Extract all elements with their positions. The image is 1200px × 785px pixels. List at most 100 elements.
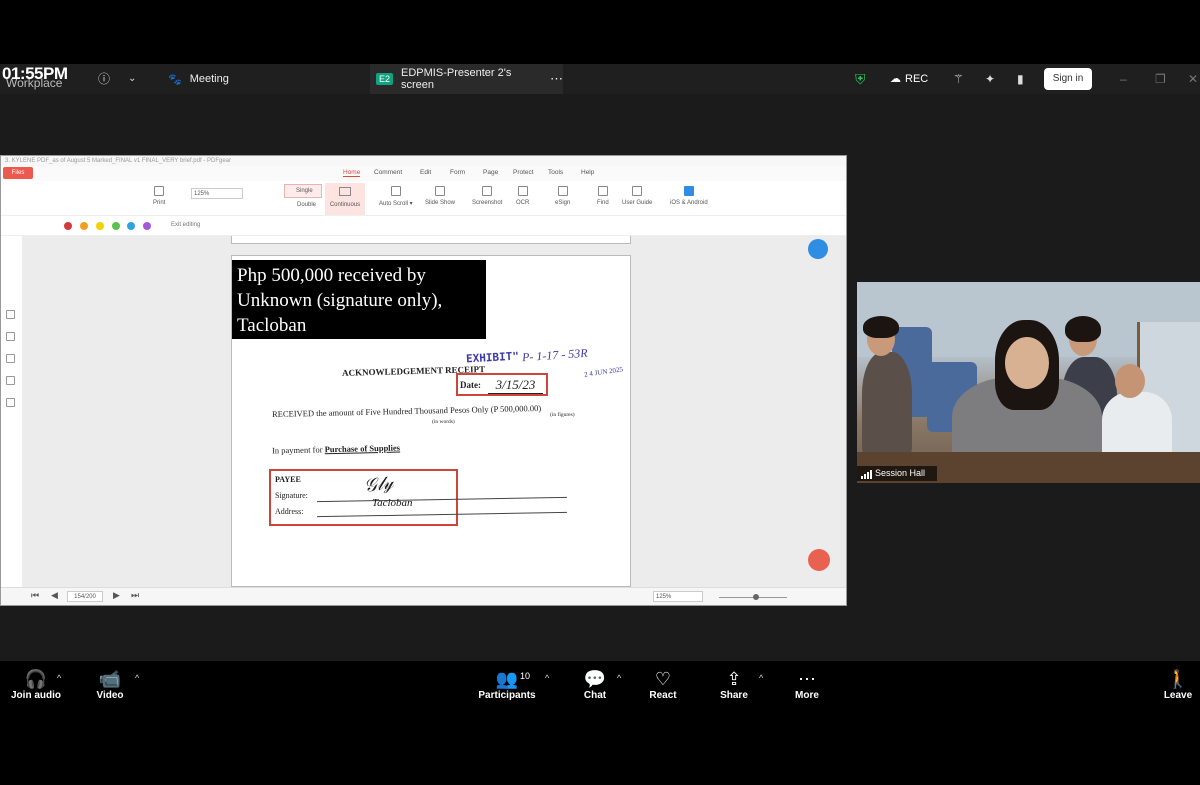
continuous-icon (339, 187, 351, 196)
next-page-icon[interactable]: ▶ (113, 590, 120, 601)
menu-protect[interactable]: Protect (513, 169, 534, 176)
print-button[interactable]: Print (153, 186, 165, 206)
previous-page-edge (231, 236, 631, 244)
last-page-icon[interactable]: ⏭ (131, 590, 139, 601)
chat-options-caret-icon[interactable]: ^ (617, 673, 621, 683)
printer-icon (154, 186, 165, 196)
files-button[interactable]: Files (3, 167, 33, 179)
share-icon: ⇪ (726, 669, 742, 689)
status-zoom-field[interactable]: 125% (653, 591, 703, 602)
find-button[interactable]: Find (597, 186, 609, 206)
chat-icon: 💬 (583, 669, 607, 689)
menu-comment[interactable]: Comment (374, 169, 402, 176)
continuous-button[interactable]: Continuous (325, 183, 365, 215)
address-label: Address: (275, 507, 304, 516)
exit-editing-button[interactable]: Exit editing (171, 222, 200, 228)
color-swatch-green[interactable] (112, 222, 120, 230)
leave-button[interactable]: 🚶 Leave (1162, 668, 1194, 701)
react-button[interactable]: ♡ React (647, 668, 679, 701)
color-swatch-purple[interactable] (143, 222, 151, 230)
pdf-menubar: Files Home Comment Edit Form Page Protec… (1, 166, 846, 181)
page-number-field[interactable]: 154/200 (67, 591, 103, 602)
comment-icon[interactable] (6, 354, 15, 363)
participant-video-tile[interactable]: Session Hall (857, 282, 1200, 483)
color-swatch-red[interactable] (64, 222, 72, 230)
app-store-icon (683, 186, 694, 196)
sparkle-icon[interactable]: ✦ (985, 64, 995, 94)
leave-icon: 🚶 (1166, 669, 1190, 689)
slide-show-button[interactable]: Slide Show (425, 186, 455, 206)
pdf-left-rail (1, 236, 23, 587)
attachment-icon[interactable] (6, 398, 15, 407)
more-button[interactable]: ⋯ More (792, 668, 822, 701)
menu-home[interactable]: Home (343, 169, 361, 177)
video-options-caret-icon[interactable]: ^ (135, 673, 139, 683)
restore-icon[interactable]: ❐ (1155, 64, 1166, 94)
close-icon[interactable]: ✕ (1188, 64, 1198, 94)
shield-icon[interactable]: ⛨ (855, 64, 866, 94)
print-label: Print (153, 200, 166, 206)
sign-in-button[interactable]: Sign in (1044, 68, 1092, 90)
stamp-date: 2 4 JUN 2025 (583, 365, 624, 379)
zoom-window: Workplace 01:55PM ⓘ ⌄ 🐾 Meeting E2 EDPMI… (0, 0, 1200, 785)
user-guide-button[interactable]: User Guide (622, 186, 652, 206)
auto-scroll-button[interactable]: Auto Scroll ▾ (379, 186, 413, 207)
zoom-slider-knob[interactable] (753, 594, 759, 600)
signal-bars-icon (861, 470, 872, 479)
handwritten-address: Tacloban (372, 497, 413, 509)
bookmark-icon[interactable] (6, 310, 15, 319)
previous-page-icon[interactable]: ◀ (51, 590, 58, 601)
color-swatch-blue[interactable] (127, 222, 135, 230)
color-swatch-yellow[interactable] (96, 222, 104, 230)
recording-indicator[interactable]: ☁ REC (890, 64, 928, 94)
first-page-icon[interactable]: ⏮ (31, 590, 39, 601)
date-label: Date: (460, 380, 481, 390)
info-icon[interactable]: ⓘ (98, 64, 110, 94)
tab-shared-screen[interactable]: E2 EDPMIS-Presenter 2's screen ⋯ (370, 64, 563, 94)
menu-form[interactable]: Form (450, 169, 465, 176)
video-name-text: Session Hall (875, 468, 926, 478)
menu-help[interactable]: Help (581, 169, 594, 176)
video-button[interactable]: 📹 Video (92, 668, 128, 701)
panel-icon[interactable]: ▮ (1017, 64, 1024, 94)
join-audio-label: Join audio (11, 690, 61, 701)
menu-edit[interactable]: Edit (420, 169, 431, 176)
user-guide-label: User Guide (622, 200, 653, 206)
chat-button[interactable]: 💬 Chat (580, 668, 610, 701)
payment-text: In payment for Purchase of Supplies (272, 443, 400, 456)
translate-float-icon[interactable] (808, 239, 828, 259)
in-figures-caption: (in figures) (550, 412, 575, 418)
esign-button[interactable]: eSign (555, 186, 570, 206)
share-options-caret-icon[interactable]: ^ (759, 673, 763, 683)
chevron-down-icon[interactable]: ⌄ (128, 64, 136, 94)
exhibit-stamp: EXHIBIT" (465, 349, 520, 366)
ios-android-label: iOS & Android (670, 200, 708, 206)
video-speaker-face (1005, 337, 1049, 389)
tab-meeting[interactable]: 🐾 Meeting (160, 64, 370, 94)
signature-label: Signature: (275, 491, 308, 500)
pages-icon[interactable] (6, 332, 15, 341)
screenshot-button[interactable]: Screenshot (472, 186, 502, 206)
double-page-button[interactable]: Double (289, 202, 316, 208)
minimize-icon[interactable]: – (1120, 64, 1127, 94)
menu-page[interactable]: Page (483, 169, 498, 176)
zoom-select[interactable]: 125% (191, 188, 243, 199)
ios-android-button[interactable]: iOS & Android (670, 186, 708, 206)
color-swatch-orange[interactable] (80, 222, 88, 230)
wand-icon[interactable]: ⚚ (953, 64, 964, 94)
stamp-icon[interactable] (6, 376, 15, 385)
screenshot-label: Screenshot (472, 200, 503, 206)
callout-line-2: Unknown (signature only), (237, 290, 443, 311)
assistant-float-icon[interactable] (808, 549, 830, 571)
meeting-titlebar: Workplace 01:55PM ⓘ ⌄ 🐾 Meeting E2 EDPMI… (0, 64, 1200, 94)
ocr-button[interactable]: OCR (516, 186, 529, 206)
scissors-icon (482, 186, 493, 196)
menu-tools[interactable]: Tools (548, 169, 563, 176)
participants-options-caret-icon[interactable]: ^ (545, 673, 549, 683)
more-options-icon[interactable]: ⋯ (550, 71, 563, 87)
rec-label: REC (905, 73, 929, 85)
share-button[interactable]: ⇪ Share (718, 668, 750, 701)
single-page-button[interactable]: Single (284, 184, 322, 198)
join-audio-button[interactable]: 🎧 Join audio (10, 668, 62, 701)
audio-options-caret-icon[interactable]: ^ (57, 673, 61, 683)
